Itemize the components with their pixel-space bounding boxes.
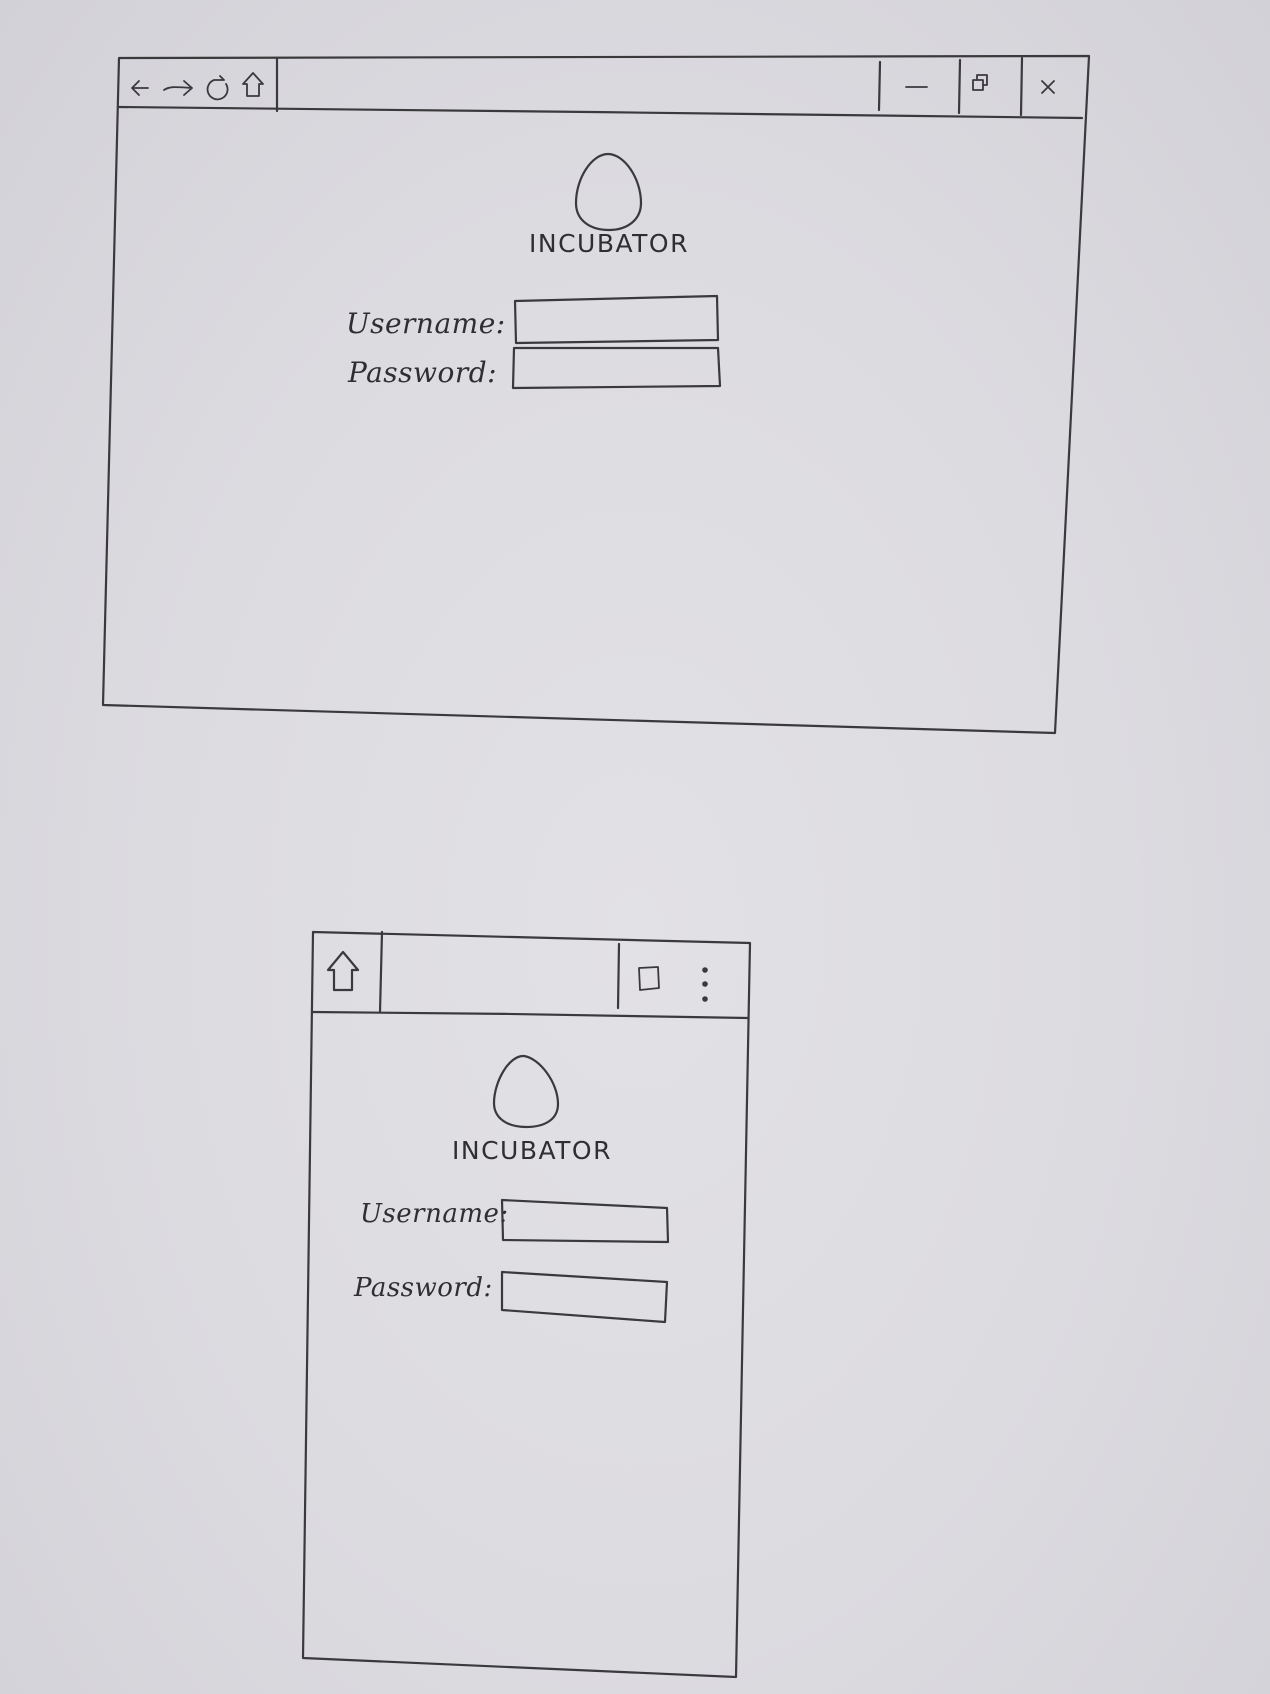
mobile-browser-window: INCUBATOR Username: Password: — [301, 930, 752, 1679]
minimize-icon[interactable] — [896, 74, 940, 98]
overflow-menu-icon[interactable] — [692, 960, 718, 1008]
egg-icon — [492, 1054, 560, 1129]
window-controls-divider-2 — [957, 58, 962, 115]
desktop-username-field[interactable] — [513, 294, 720, 345]
desktop-logo-title: INCUBATOR — [529, 229, 689, 258]
restore-icon[interactable] — [966, 70, 1010, 98]
sketch-sheet: INCUBATOR Username: Password: INCUBATOR … — [0, 0, 1270, 1694]
reload-icon[interactable] — [204, 74, 232, 101]
back-arrow-icon[interactable] — [126, 72, 152, 96]
mobile-login-form: Username: Password: — [353, 1198, 670, 1324]
desktop-window-controls — [877, 56, 1074, 117]
mobile-password-field[interactable] — [500, 1270, 669, 1324]
desktop-logo: INCUBATOR — [529, 152, 689, 258]
tabs-icon[interactable] — [630, 960, 666, 996]
mobile-logo: INCUBATOR — [452, 1054, 612, 1165]
desktop-password-label: Password: — [347, 356, 497, 389]
desktop-browser-window: INCUBATOR Username: Password: — [101, 54, 1091, 735]
wireframe-sketch: INCUBATOR Username: Password: INCUBATOR … — [101, 54, 1091, 1679]
mobile-logo-title: INCUBATOR — [452, 1136, 612, 1165]
close-icon[interactable] — [1030, 72, 1074, 100]
desktop-nav-icons — [126, 56, 279, 113]
desktop-password-field[interactable] — [511, 346, 722, 390]
desktop-titlebar-divider — [117, 105, 1084, 120]
home-icon[interactable] — [322, 946, 372, 998]
desktop-username-label: Username: — [346, 307, 506, 340]
egg-icon — [574, 152, 643, 232]
mobile-username-label: Username: — [360, 1199, 509, 1229]
mobile-username-field[interactable] — [500, 1198, 670, 1244]
mobile-password-label: Password: — [353, 1273, 493, 1303]
desktop-login-form: Username: Password: — [346, 294, 722, 390]
mobile-window-frame — [301, 930, 752, 1679]
window-controls-divider-1 — [877, 60, 882, 112]
mobile-toolbar-divider-right — [616, 942, 621, 1010]
mobile-toolbar-divider — [310, 1010, 750, 1020]
forward-arrow-icon[interactable] — [160, 72, 194, 96]
window-controls-divider-3 — [1019, 56, 1024, 117]
mobile-home-divider — [378, 930, 384, 1014]
home-icon[interactable] — [240, 70, 266, 100]
